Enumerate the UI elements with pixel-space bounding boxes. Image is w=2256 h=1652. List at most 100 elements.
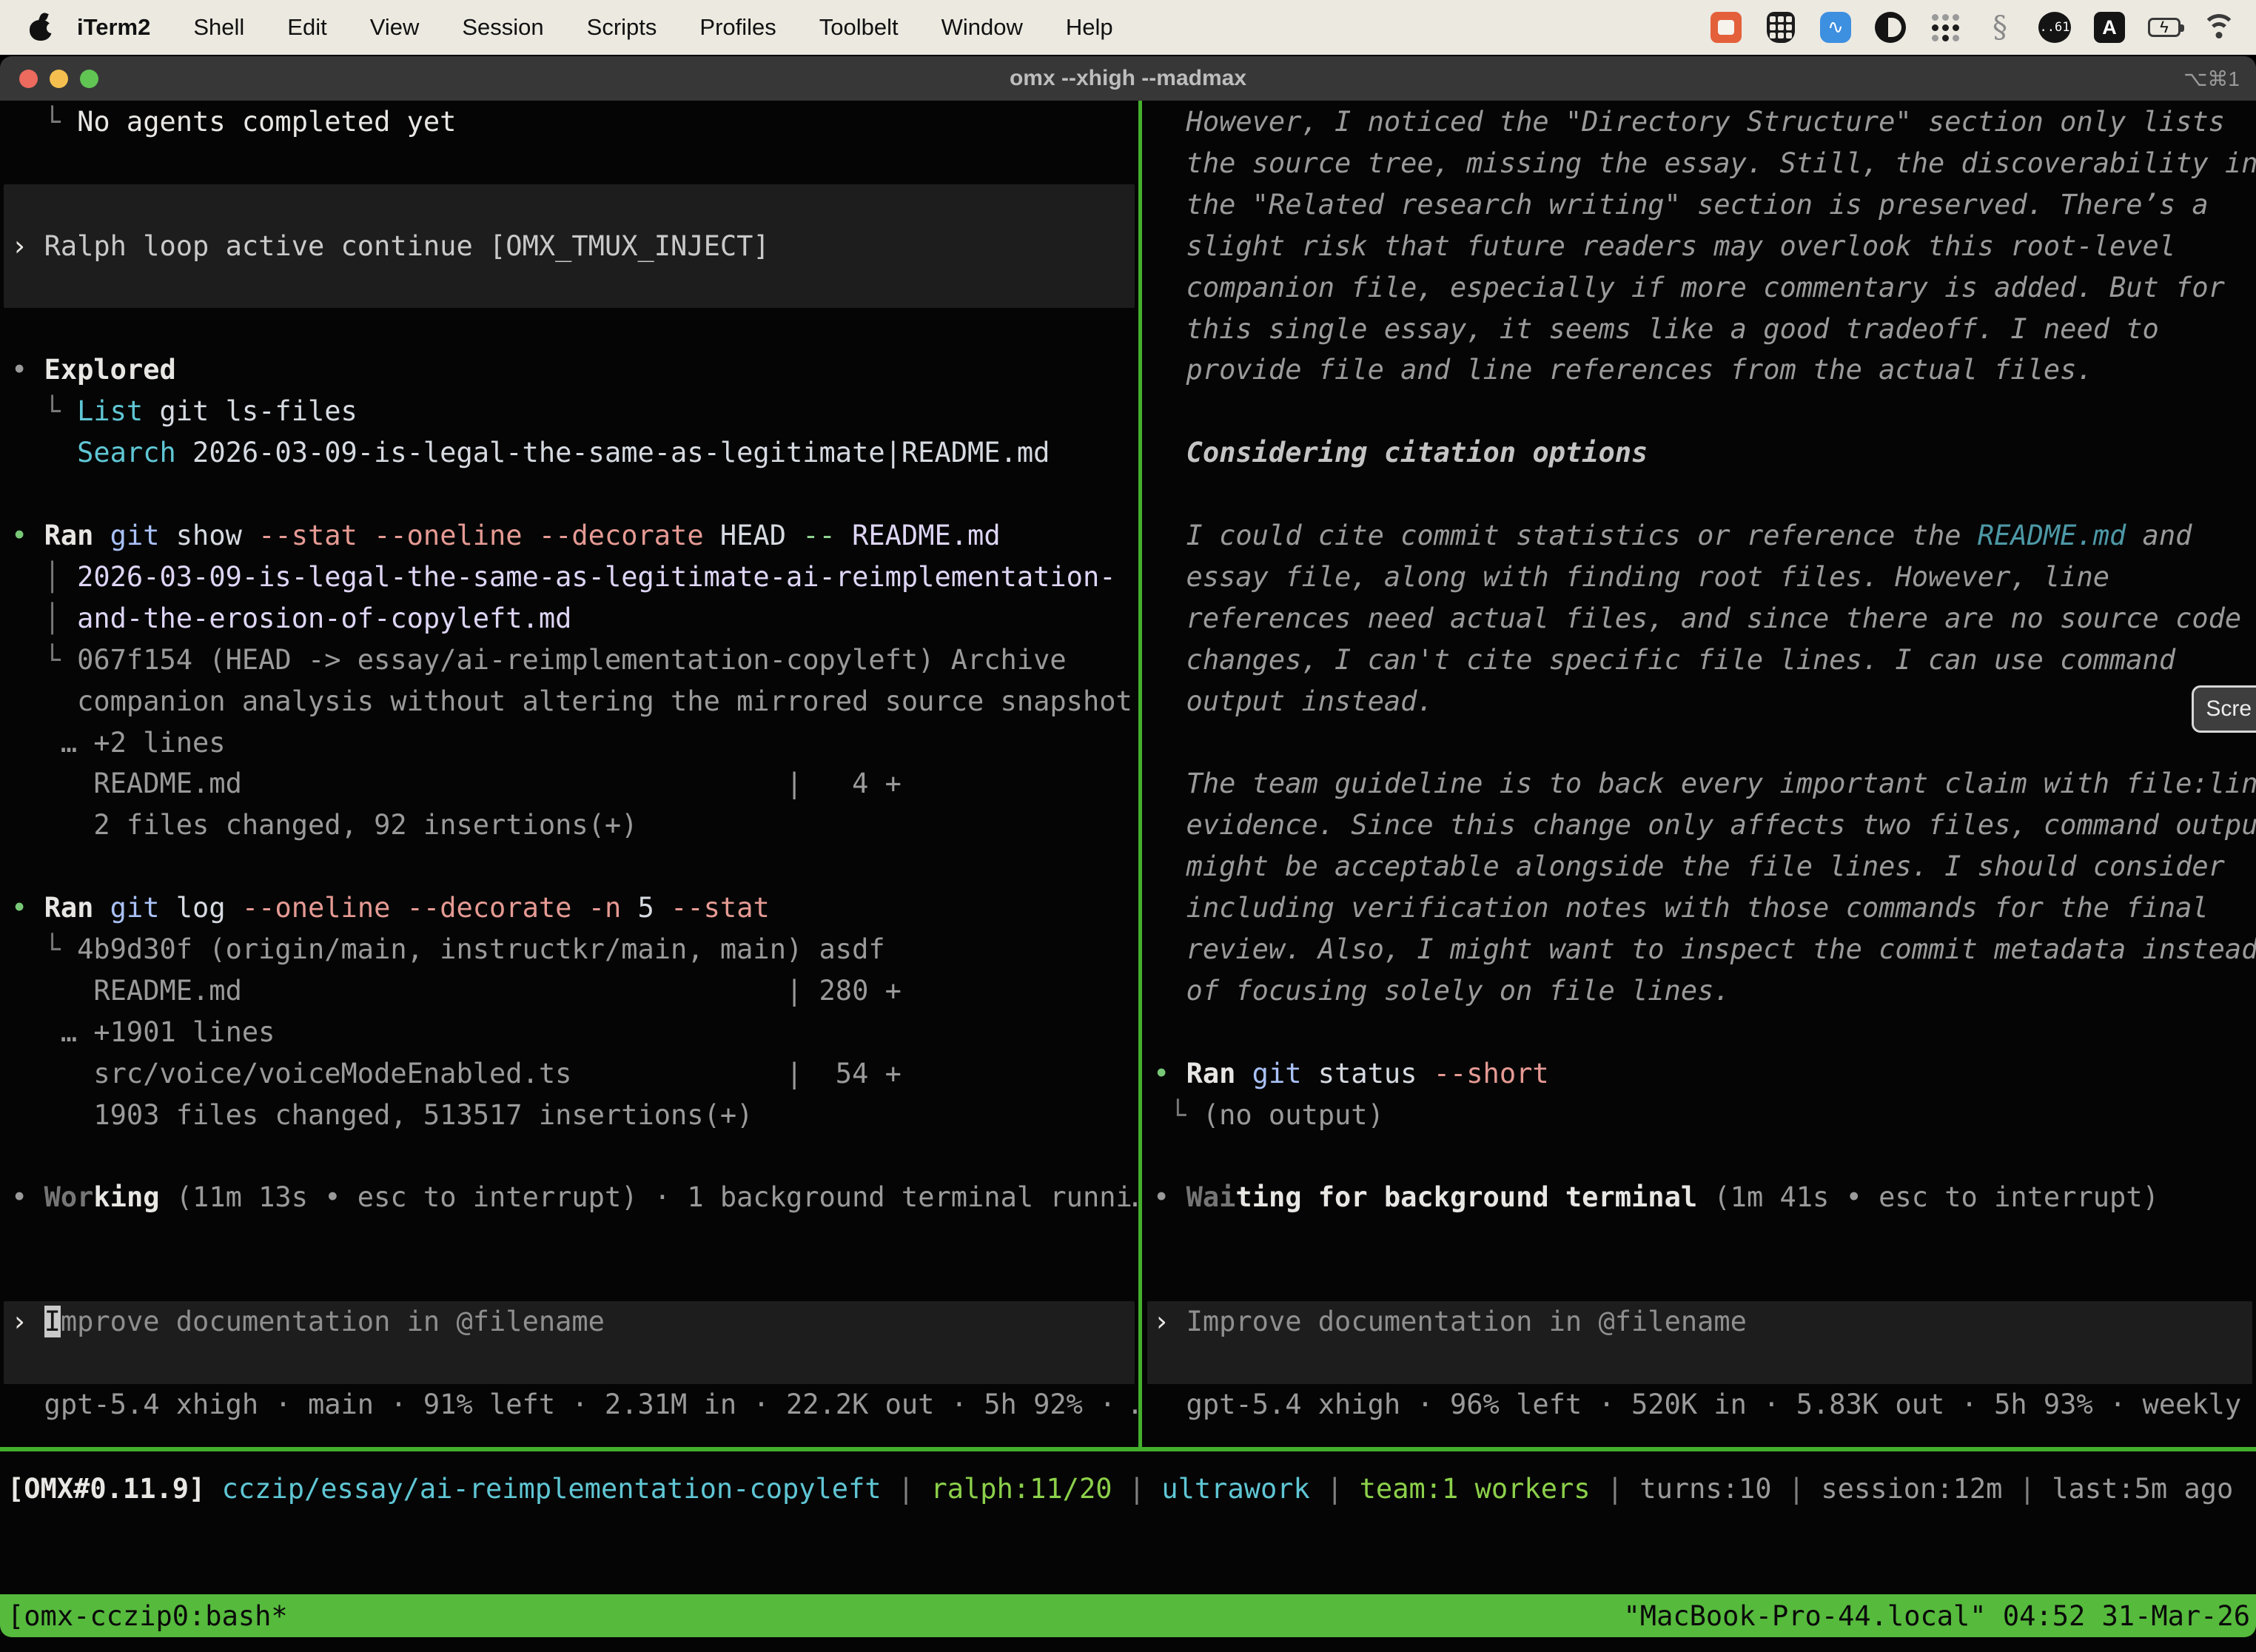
- menu-status-icons: ∿ § ..61 Aϟ: [1710, 11, 2256, 44]
- terminal-line: • Ran git log --oneline --decorate -n 5 …: [0, 887, 1138, 929]
- terminal-line: The team guideline is to back every impo…: [1144, 763, 2256, 805]
- menu-item-toolbelt[interactable]: Toolbelt: [798, 0, 920, 55]
- squiggle-icon[interactable]: §: [1984, 11, 2016, 44]
- screen-overlay-button[interactable]: Scre: [2192, 685, 2256, 733]
- menu-bar: iTerm2ShellEditViewSessionScriptsProfile…: [0, 0, 2256, 55]
- terminal-line: └ List git ls-files: [0, 391, 1138, 432]
- terminal-line: [1144, 1260, 2256, 1301]
- terminal-line: gpt-5.4 xhigh · 96% left · 520K in · 5.8…: [1144, 1384, 2256, 1426]
- terminal-line: › Improve documentation in @filename: [0, 1301, 1138, 1343]
- input-source-icon[interactable]: A: [2093, 11, 2126, 44]
- terminal-line: [0, 846, 1138, 887]
- terminal-line: companion analysis without altering the …: [0, 681, 1138, 722]
- terminal-line: Considering citation options: [1144, 432, 2256, 474]
- menu-item-session[interactable]: Session: [440, 0, 565, 55]
- terminal-line: [0, 143, 1138, 184]
- dots-grid-icon[interactable]: [1929, 11, 1961, 44]
- terminal-window: └ No agents completed yet › Ralph loop ac…: [0, 101, 2256, 1652]
- terminal-line: I could cite commit statistics or refere…: [1144, 515, 2256, 557]
- terminal-line: gpt-5.4 xhigh · main · 91% left · 2.31M …: [0, 1384, 1138, 1426]
- tmux-horizontal-pane-border[interactable]: [0, 1447, 2256, 1451]
- terminal-line: might be acceptable alongside the file l…: [1144, 846, 2256, 887]
- terminal-line: including verification notes with those …: [1144, 887, 2256, 929]
- apple-menu-icon[interactable]: [30, 14, 52, 41]
- terminal-line: [0, 184, 1138, 226]
- terminal-line: src/voice/voiceModeEnabled.ts | 54 +: [0, 1053, 1138, 1095]
- terminal-line: README.md | 4 +: [0, 763, 1138, 805]
- terminal-line: [0, 1260, 1138, 1301]
- menu-item-help[interactable]: Help: [1044, 0, 1135, 55]
- window-title: omx --xhigh --madmax: [0, 66, 2256, 91]
- tmux-status-bar: [omx-cczip0:bash* "MacBook-Pro-44.local"…: [0, 1594, 2256, 1637]
- terminal-pane-left[interactable]: └ No agents completed yet › Ralph loop ac…: [0, 101, 1138, 1447]
- terminal-line: … +2 lines: [0, 722, 1138, 764]
- menu-item-window[interactable]: Window: [920, 0, 1044, 55]
- terminal-line: └ 067f154 (HEAD -> essay/ai-reimplementa…: [0, 639, 1138, 681]
- terminal-line: └ 4b9d30f (origin/main, instructkr/main,…: [0, 929, 1138, 970]
- terminal-line: [1144, 1343, 2256, 1384]
- terminal-line: │ and-the-erosion-of-copyleft.md: [0, 598, 1138, 639]
- terminal-line: README.md | 280 +: [0, 970, 1138, 1012]
- menu-item-scripts[interactable]: Scripts: [565, 0, 679, 55]
- terminal-line: 2 files changed, 92 insertions(+): [0, 805, 1138, 846]
- terminal-line: slight risk that future readers may over…: [1144, 226, 2256, 267]
- terminal-line: of focusing solely on file lines.: [1144, 970, 2256, 1012]
- blue-badge-icon[interactable]: ∿: [1819, 11, 1852, 44]
- terminal-line: › Ralph loop active continue [OMX_TMUX_I…: [0, 226, 1138, 267]
- terminal-line: [0, 474, 1138, 515]
- terminal-line: changes, I can't cite specific file line…: [1144, 639, 2256, 681]
- terminal-line: [0, 1218, 1138, 1260]
- terminal-line: 1903 files changed, 513517 insertions(+): [0, 1095, 1138, 1136]
- terminal-line: [1144, 474, 2256, 515]
- terminal-line: [1144, 722, 2256, 764]
- terminal-line: • Waiting for background terminal (1m 41…: [1144, 1177, 2256, 1218]
- menu-item-shell[interactable]: Shell: [172, 0, 266, 55]
- terminal-pane-right[interactable]: However, I noticed the "Directory Struct…: [1144, 101, 2256, 1447]
- window-shortcut-badge: ⌥⌘1: [2183, 67, 2256, 91]
- terminal-line: companion file, especially if more comme…: [1144, 267, 2256, 309]
- terminal-line: [0, 267, 1138, 309]
- terminal-line: [0, 309, 1138, 350]
- terminal-line: • Ran git status --short: [1144, 1053, 2256, 1095]
- terminal-line: references need actual files, and since …: [1144, 598, 2256, 639]
- terminal-line: [1144, 1136, 2256, 1178]
- wifi-icon[interactable]: [2203, 11, 2235, 44]
- terminal-line: the "Related research writing" section i…: [1144, 184, 2256, 226]
- menu-item-view[interactable]: View: [349, 0, 441, 55]
- terminal-line: › Improve documentation in @filename: [1144, 1301, 2256, 1343]
- tmux-host-and-clock: "MacBook-Pro-44.local" 04:52 31-Mar-26: [1624, 1600, 2256, 1632]
- terminal-line: └ (no output): [1144, 1095, 2256, 1136]
- battery-charging-icon[interactable]: ϟ: [2148, 11, 2181, 44]
- terminal-line: evidence. Since this change only affects…: [1144, 805, 2256, 846]
- terminal-line: [1144, 391, 2256, 432]
- window-title-bar: omx --xhigh --madmax ⌥⌘1: [0, 56, 2256, 101]
- terminal-line: [0, 1136, 1138, 1178]
- menu-item-profiles[interactable]: Profiles: [678, 0, 797, 55]
- terminal-line: [0, 1343, 1138, 1384]
- terminal-line: review. Also, I might want to inspect th…: [1144, 929, 2256, 970]
- keypad-shield-icon[interactable]: [1765, 11, 1797, 44]
- terminal-line: [1144, 1218, 2256, 1260]
- text-cursor: I: [44, 1306, 61, 1337]
- screen-recording-icon[interactable]: [1710, 11, 1742, 44]
- tmux-vertical-pane-border[interactable]: [1138, 101, 1142, 1451]
- battery-percent-icon[interactable]: ..61: [2038, 11, 2071, 44]
- terminal-line: [1144, 1012, 2256, 1053]
- terminal-line: the source tree, missing the essay. Stil…: [1144, 143, 2256, 184]
- terminal-line: provide file and line references from th…: [1144, 349, 2256, 391]
- terminal-line: • Explored: [0, 349, 1138, 391]
- terminal-line: However, I noticed the "Directory Struct…: [1144, 101, 2256, 143]
- omx-status-line: [OMX#0.11.9] cczip/essay/ai-reimplementa…: [7, 1468, 2233, 1510]
- menu-item-edit[interactable]: Edit: [266, 0, 348, 55]
- contrast-icon[interactable]: [1874, 11, 1907, 44]
- terminal-line: │ 2026-03-09-is-legal-the-same-as-legiti…: [0, 557, 1138, 598]
- terminal-line: • Ran git show --stat --oneline --decora…: [0, 515, 1138, 557]
- menu-item-iterm2[interactable]: iTerm2: [77, 0, 172, 55]
- terminal-line: … +1901 lines: [0, 1012, 1138, 1053]
- terminal-line: output instead.: [1144, 681, 2256, 722]
- menu-items: iTerm2ShellEditViewSessionScriptsProfile…: [77, 0, 1135, 55]
- terminal-line: essay file, along with finding root file…: [1144, 557, 2256, 598]
- terminal-line: • Working (11m 13s • esc to interrupt) ·…: [0, 1177, 1138, 1218]
- terminal-line: Search 2026-03-09-is-legal-the-same-as-l…: [0, 432, 1138, 474]
- terminal-line: └ No agents completed yet: [0, 101, 1138, 143]
